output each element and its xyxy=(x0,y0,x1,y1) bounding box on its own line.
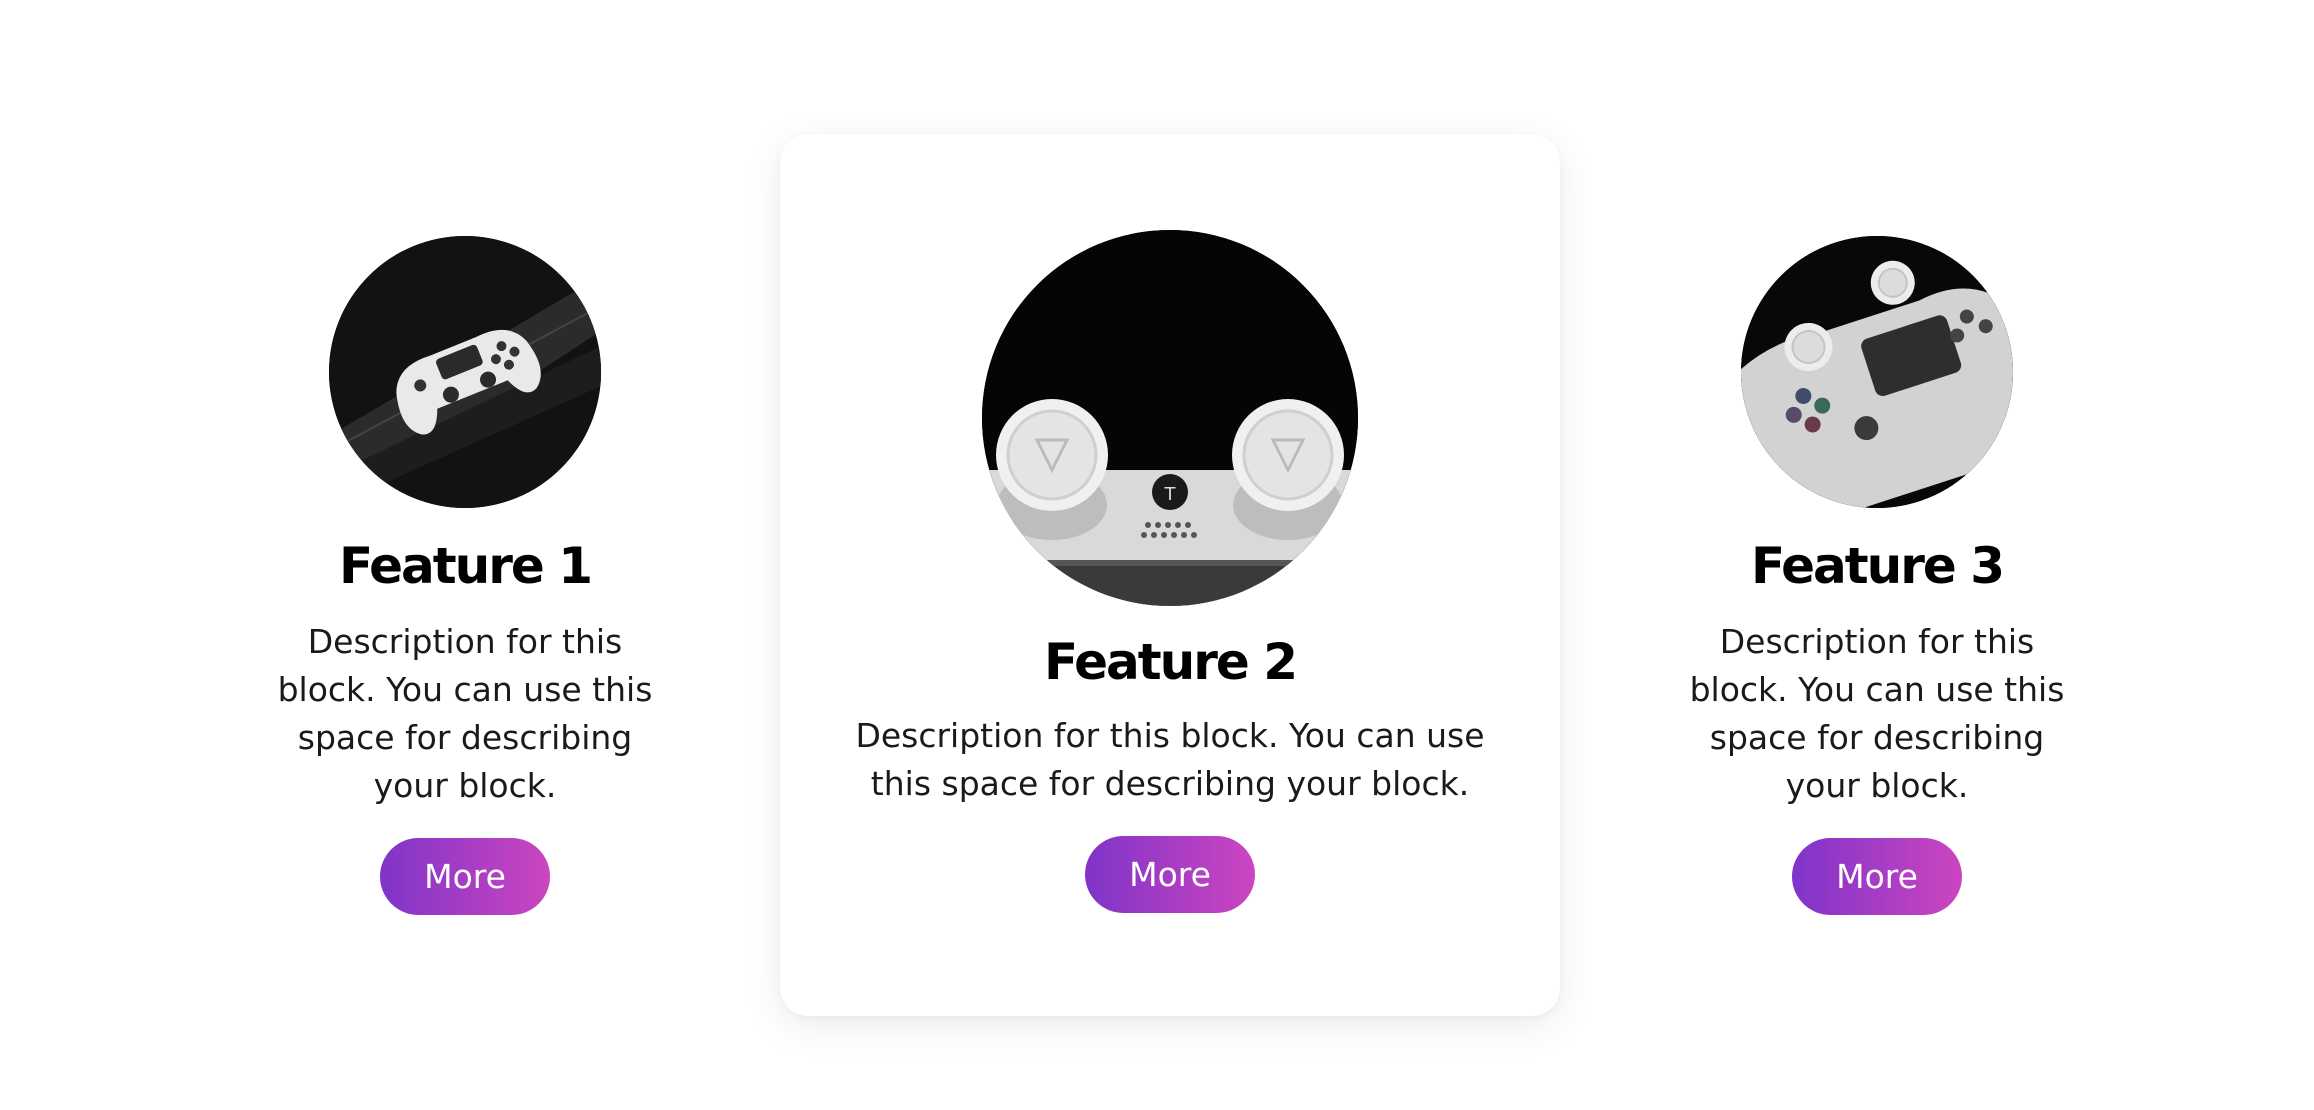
feature-title: Feature 1 xyxy=(338,537,593,595)
features-section: Feature 1 Description for this block. Yo… xyxy=(0,0,2314,1110)
feature-card-2: T Feature 2 Description for this block. … xyxy=(780,134,1560,1016)
svg-text:T: T xyxy=(1164,484,1177,505)
more-button[interactable]: More xyxy=(1792,838,1962,915)
feature-description: Description for this block. You can use … xyxy=(1689,622,2065,805)
more-button[interactable]: More xyxy=(380,838,550,915)
gamepad-closeup-photo-icon xyxy=(1741,236,2013,508)
more-button[interactable]: More xyxy=(1085,836,1255,913)
feature-description: Description for this block. You can use … xyxy=(855,716,1485,803)
gamepad-thumbsticks-photo-icon: T xyxy=(982,230,1358,606)
feature-card-3: Feature 3 Description for this block. Yo… xyxy=(1652,236,2102,915)
feature-title: Feature 3 xyxy=(1750,537,2005,595)
feature-description: Description for this block. You can use … xyxy=(277,622,653,805)
gamepad-photo-icon xyxy=(329,236,601,508)
feature-title: Feature 2 xyxy=(1043,633,1298,691)
feature-card-1: Feature 1 Description for this block. Yo… xyxy=(240,236,690,915)
